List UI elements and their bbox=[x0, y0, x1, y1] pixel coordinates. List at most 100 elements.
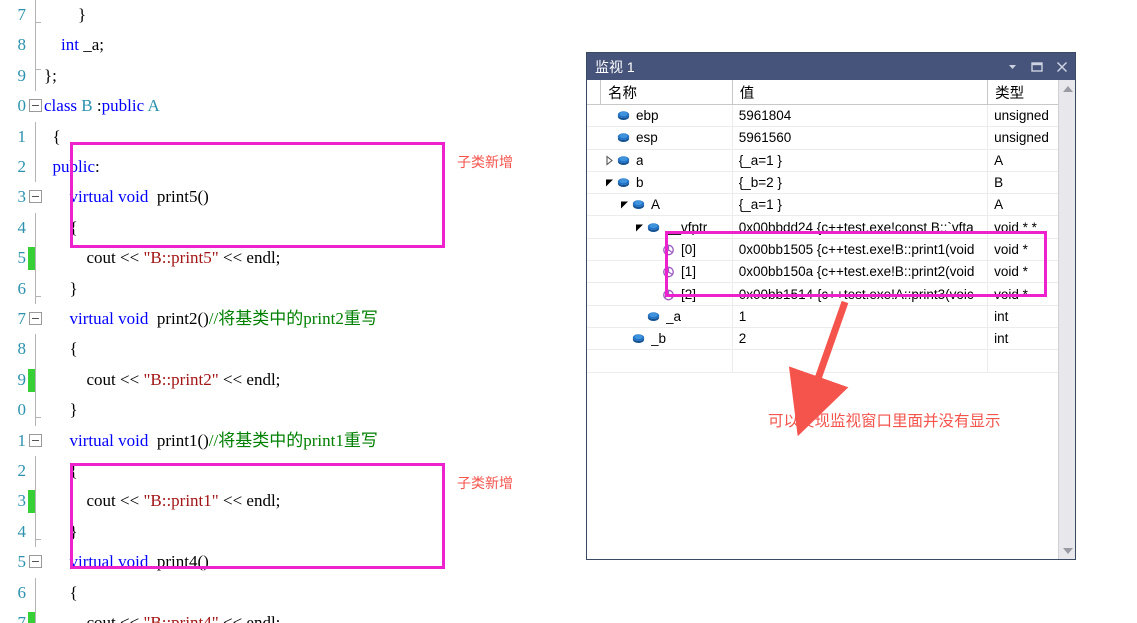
code-text: virtual void print1()//将基类中的print1重写 bbox=[69, 430, 378, 450]
cell-name[interactable]: [1] bbox=[601, 261, 733, 283]
expand-triangle-collapsed-icon[interactable] bbox=[603, 154, 616, 167]
fold-guide-line bbox=[35, 334, 36, 365]
watch-variable-value[interactable]: 1 bbox=[733, 305, 989, 327]
close-icon[interactable] bbox=[1055, 60, 1069, 74]
collapse-toggle[interactable] bbox=[29, 312, 42, 325]
watch-row[interactable]: [0] 0x00bb1505 {c++test.exe!B::print1(voi… bbox=[587, 238, 1058, 262]
watch-row[interactable] bbox=[587, 350, 1058, 373]
watch-row[interactable]: [1] 0x00bb150a {c++test.exe!B::print2(voi… bbox=[587, 261, 1058, 284]
row-gutter bbox=[587, 172, 601, 193]
watch-variable-type: unsigned bbox=[994, 130, 1049, 146]
row-gutter bbox=[587, 261, 601, 282]
watch-rows[interactable]: ebp 5961804 unsigned esp 5961560 unsigned a {_a… bbox=[587, 105, 1058, 373]
watch-row[interactable]: [2] 0x00bb1514 {c++test.exe!A::print3(voi… bbox=[587, 283, 1058, 306]
watch-row[interactable]: __vfptr 0x00bbdd24 {c++test.exe!const B::… bbox=[587, 216, 1058, 239]
code-text: { bbox=[44, 582, 78, 602]
cell-name[interactable] bbox=[601, 350, 733, 372]
watch-variable-value[interactable]: 5961804 bbox=[733, 105, 989, 127]
code-line[interactable]: 7 virtual void print2()//将基类中的print2重写 bbox=[0, 304, 586, 334]
watch-row[interactable]: ebp 5961804 unsigned bbox=[587, 105, 1058, 128]
watch-variable-name: [0] bbox=[680, 241, 696, 257]
header-value[interactable]: 值 bbox=[733, 80, 989, 104]
code-editor[interactable]: 7 } 8 int _a; 9}; 0 class B :public A1 {2 pu… bbox=[0, 0, 586, 623]
scroll-down-icon[interactable] bbox=[1059, 542, 1076, 559]
code-line[interactable]: 7 } bbox=[0, 0, 586, 31]
watch-window[interactable]: 监视 1 名称 值 类型 ebp 5961804 unsigned esp 596156… bbox=[586, 52, 1076, 560]
watch-row[interactable]: A {_a=1 } A bbox=[587, 194, 1058, 217]
watch-variable-value[interactable] bbox=[733, 350, 989, 372]
expand-spacer bbox=[648, 265, 661, 278]
watch-variable-value[interactable]: 0x00bbdd24 {c++test.exe!const B::`vfta bbox=[733, 216, 989, 238]
code-line[interactable]: 9}; bbox=[0, 60, 586, 92]
scroll-up-icon[interactable] bbox=[1059, 80, 1076, 97]
code-line[interactable]: 9 cout << "B::print2" << endl; bbox=[0, 364, 586, 396]
watch-variable-value[interactable]: 0x00bb1505 {c++test.exe!B::print1(void bbox=[733, 238, 989, 261]
watch-variable-value[interactable]: 0x00bb1514 {c++test.exe!A::print3(voic bbox=[733, 283, 989, 305]
collapse-toggle[interactable] bbox=[29, 190, 42, 204]
collapse-toggle[interactable] bbox=[29, 99, 42, 113]
code-line[interactable]: 5 cout << "B::print5" << endl; bbox=[0, 243, 586, 274]
cell-name[interactable]: [0] bbox=[601, 238, 733, 261]
expand-spacer bbox=[618, 332, 631, 345]
line-number: 7 bbox=[17, 309, 27, 328]
fold-guide-line bbox=[35, 212, 36, 244]
code-line[interactable]: 6 { bbox=[0, 577, 586, 608]
code-line[interactable]: 4 } bbox=[0, 516, 586, 548]
header-type[interactable]: 类型 bbox=[988, 80, 1058, 104]
watch-variable-value[interactable]: {_a=1 } bbox=[733, 194, 989, 216]
cell-name[interactable]: esp bbox=[601, 127, 733, 149]
code-line[interactable]: 6 } bbox=[0, 273, 586, 304]
row-gutter bbox=[587, 239, 601, 260]
watch-variable-name: b bbox=[635, 175, 644, 191]
watch-row[interactable]: b {_b=2 } B bbox=[587, 171, 1058, 195]
cell-name[interactable]: b bbox=[601, 171, 733, 194]
expand-triangle-expanded-icon[interactable] bbox=[603, 176, 616, 189]
cell-name[interactable]: ebp bbox=[601, 105, 733, 127]
maximize-icon[interactable] bbox=[1030, 60, 1044, 74]
code-line[interactable]: 4 { bbox=[0, 212, 586, 244]
collapse-toggle[interactable] bbox=[29, 555, 42, 569]
watch-variable-value[interactable]: 0x00bb150a {c++test.exe!B::print2(void bbox=[733, 261, 989, 283]
fold-guide-line bbox=[35, 0, 41, 31]
code-line[interactable]: 7 cout << "B::print4" << endl; bbox=[0, 608, 586, 623]
watch-variable-value[interactable]: {_b=2 } bbox=[733, 171, 989, 194]
line-number: 1 bbox=[17, 430, 27, 450]
code-line[interactable]: 1 virtual void print1()//将基类中的print1重写 bbox=[0, 426, 586, 456]
expand-triangle-expanded-icon[interactable] bbox=[633, 221, 646, 234]
watch-variable-value[interactable]: 2 bbox=[733, 327, 989, 350]
watch-body[interactable]: 名称 值 类型 ebp 5961804 unsigned esp 5961560 unsi… bbox=[587, 80, 1075, 559]
code-text: cout << "B::print5" << endl; bbox=[44, 248, 281, 268]
fold-guide-line bbox=[35, 608, 36, 623]
cell-name[interactable]: [2] bbox=[601, 283, 733, 305]
watch-row[interactable]: esp 5961560 unsigned bbox=[587, 127, 1058, 150]
watch-title-bar[interactable]: 监视 1 bbox=[587, 53, 1075, 80]
chevron-down-icon[interactable] bbox=[1005, 60, 1019, 74]
cell-name[interactable]: a bbox=[601, 149, 733, 171]
code-line[interactable]: 5 virtual void print4() bbox=[0, 547, 586, 577]
watch-variable-type: int bbox=[994, 331, 1009, 347]
header-name[interactable]: 名称 bbox=[601, 80, 733, 104]
code-line[interactable]: 0 } bbox=[0, 395, 586, 426]
code-line[interactable]: 8 { bbox=[0, 334, 586, 365]
watch-variable-type: void * bbox=[994, 264, 1028, 280]
watch-row[interactable]: _b 2 int bbox=[587, 327, 1058, 351]
vertical-scrollbar[interactable] bbox=[1058, 80, 1075, 559]
code-line[interactable]: 1 { bbox=[0, 121, 586, 152]
fold-guide-line bbox=[35, 152, 36, 183]
watch-grid[interactable]: 名称 值 类型 ebp 5961804 unsigned esp 5961560 unsi… bbox=[587, 80, 1058, 559]
fold-guide-line bbox=[35, 273, 41, 304]
cell-name[interactable]: _a bbox=[601, 305, 733, 327]
watch-variable-value[interactable]: {_a=1 } bbox=[733, 149, 989, 171]
watch-row[interactable]: a {_a=1 } A bbox=[587, 149, 1058, 172]
code-line[interactable]: 8 int _a; bbox=[0, 30, 586, 61]
collapse-toggle[interactable] bbox=[29, 433, 42, 447]
watch-variable-value[interactable]: 5961560 bbox=[733, 127, 989, 149]
expand-triangle-expanded-icon[interactable] bbox=[618, 198, 631, 211]
cell-name[interactable]: __vfptr bbox=[601, 216, 733, 238]
cell-name[interactable]: _b bbox=[601, 327, 733, 350]
code-line[interactable]: 0 class B :public A bbox=[0, 91, 586, 121]
code-line[interactable]: 3 virtual void print5() bbox=[0, 182, 586, 212]
cell-name[interactable]: A bbox=[601, 194, 733, 216]
watch-column-headers[interactable]: 名称 值 类型 bbox=[587, 80, 1058, 105]
watch-row[interactable]: _a 1 int bbox=[587, 305, 1058, 328]
